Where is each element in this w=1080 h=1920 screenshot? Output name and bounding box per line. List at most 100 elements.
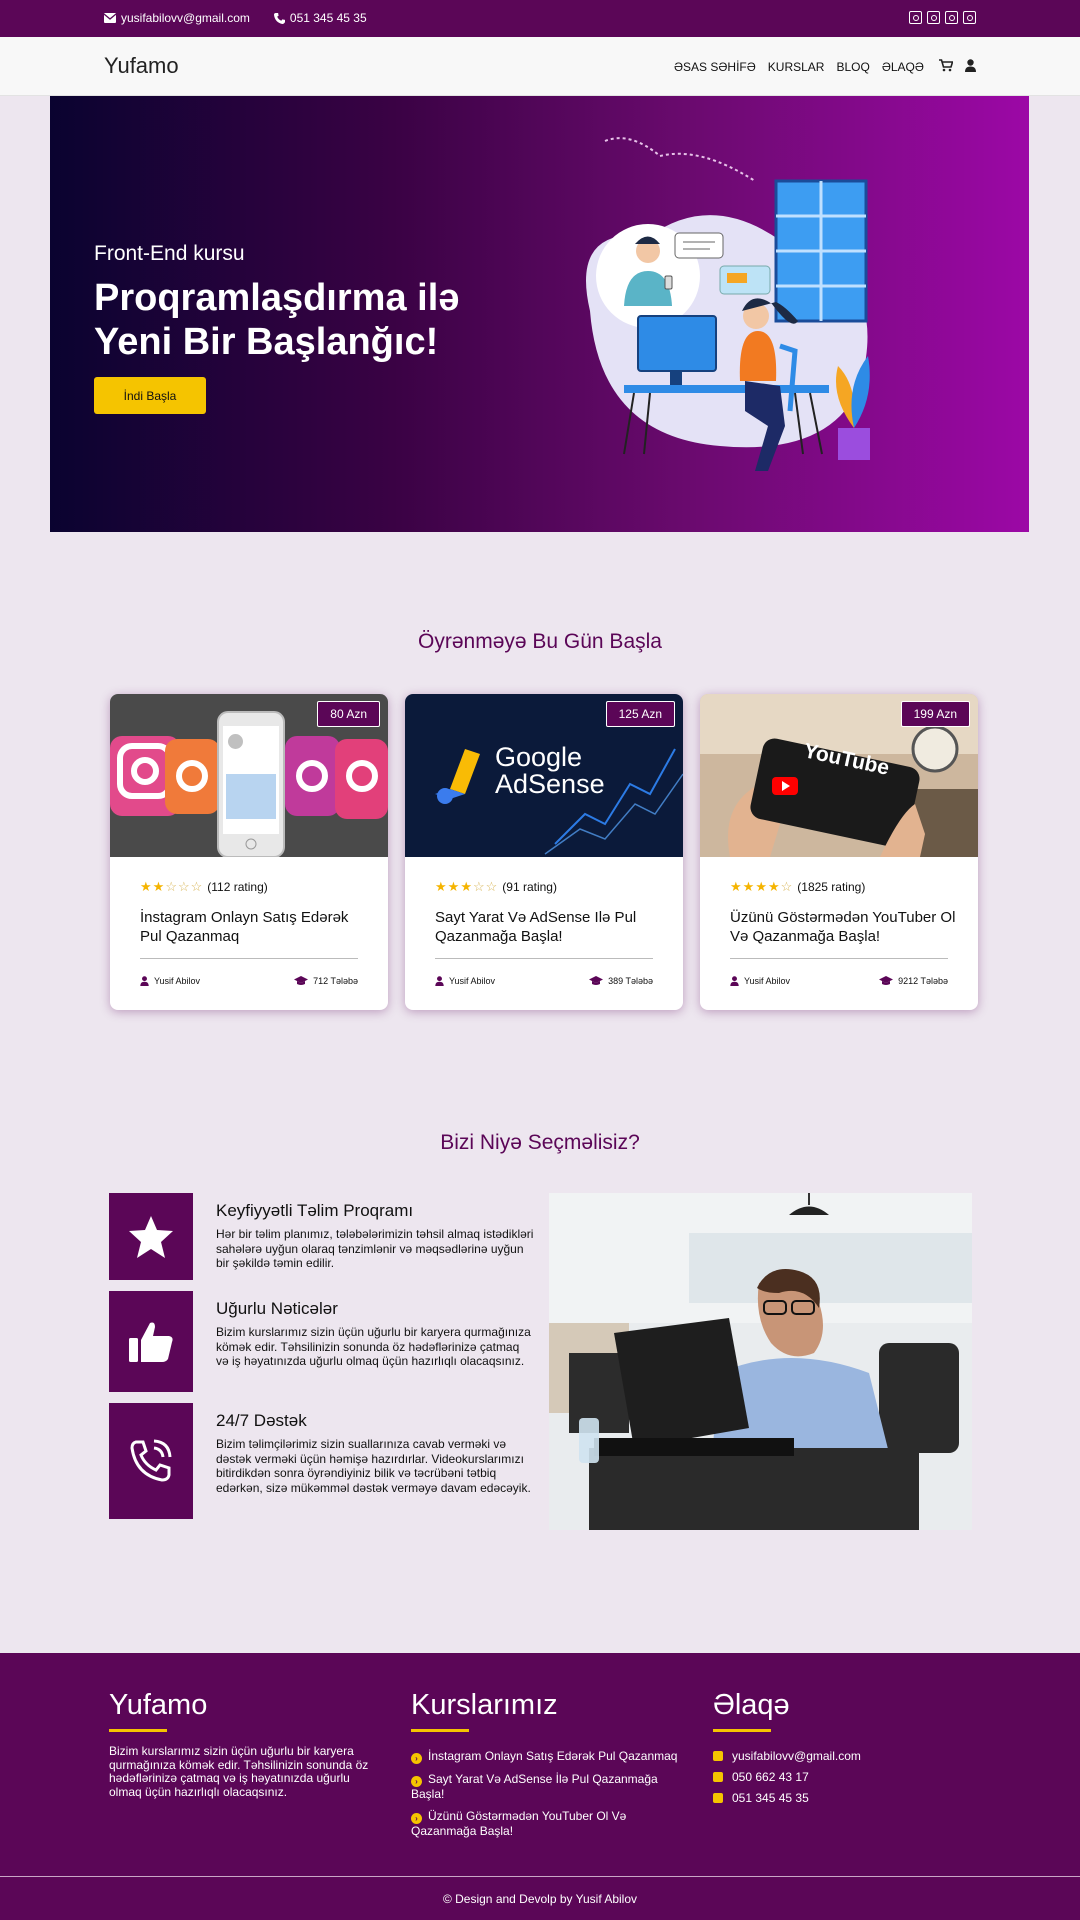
phone-icon [713, 1771, 723, 1782]
nav-courses[interactable]: KURSLAR [768, 60, 825, 74]
price-badge: 199 Azn [900, 701, 970, 727]
course-card[interactable]: YouTube 199 Azn ★ ★ ★ ★ ☆ (1825 rating) Üzün… [700, 694, 978, 1010]
footer-course-link[interactable]: › Üzünü Göstərmədən YouTuber Ol Və Qazanm… [411, 1809, 686, 1838]
nav-icons [939, 59, 976, 72]
top-bar: yusifabilovv@gmail.com 051 345 45 35 [0, 0, 1080, 37]
footer-courses-title: Kurslarımız [411, 1689, 558, 1721]
youtube-icon[interactable] [927, 11, 940, 24]
rating-count: (91 rating) [502, 880, 557, 894]
footer-contact-title: Əlaqə [713, 1689, 790, 1721]
feature-icon-box [109, 1291, 193, 1392]
star-empty-icon: ☆ [780, 879, 793, 894]
course-card[interactable]: Google AdSense 125 Azn ★ ★ ★ ☆ ☆ (91 rating) … [405, 694, 683, 1010]
star-filled-icon: ★ [730, 879, 742, 894]
footer-phone[interactable]: 050 662 43 17 [713, 1770, 861, 1784]
social-links [909, 11, 976, 24]
phone-volume-icon [130, 1439, 172, 1482]
why-section-title: Bizi Niyə Seçməlisiz? [440, 1131, 640, 1154]
linkedin-icon[interactable] [945, 11, 958, 24]
course-rating: ★ ★ ★ ☆ ☆ (91 rating) [435, 879, 557, 895]
user-icon [730, 976, 739, 986]
feature-title: Uğurlu Nəticələr [216, 1299, 338, 1318]
student-count: 9212 Tələbə [898, 976, 948, 986]
top-email[interactable]: yusifabilovv@gmail.com [104, 11, 250, 25]
star-filled-icon: ★ [140, 879, 152, 894]
course-title[interactable]: Sayt Yarat Və AdSense Ilə Pul Qazanmağa … [435, 908, 665, 946]
price-badge: 125 Azn [605, 701, 675, 727]
star-empty-icon: ☆ [190, 879, 203, 894]
footer-course-list: › İnstagram Onlayn Satış Edərək Pul Qazan… [411, 1749, 686, 1846]
star-filled-icon: ★ [460, 879, 472, 894]
author-name: Yusif Abilov [744, 976, 791, 986]
star-filled-icon: ★ [767, 879, 780, 894]
card-divider [730, 958, 948, 959]
student-count: 712 Tələbə [313, 976, 358, 986]
card-divider [140, 958, 358, 959]
star-filled-icon: ★ [435, 879, 447, 894]
chevron-right-icon: › [411, 1776, 422, 1787]
graduation-cap-icon [879, 976, 894, 985]
footer-divider [0, 1876, 1080, 1877]
feature-icon-box [109, 1403, 193, 1519]
course-students: 389 Tələbə [589, 976, 653, 986]
top-phone-text: 051 345 45 35 [289, 11, 367, 25]
course-students: 9212 Tələbə [879, 976, 948, 986]
hero-title: Proqramlaşdırma ilə Yeni Bir Başlanğıc! [94, 277, 460, 363]
footer-email[interactable]: yusifabilovv@gmail.com [713, 1749, 861, 1763]
brand-logo[interactable]: Yufamo [104, 53, 179, 79]
author-name: Yusif Abilov [449, 976, 496, 986]
footer-underline [109, 1729, 167, 1732]
footer-brand: Yufamo [109, 1689, 208, 1721]
nav-home[interactable]: ƏSAS SƏHİFƏ [674, 60, 756, 74]
course-card[interactable]: 80 Azn ★ ★ ☆ ☆ ☆ (112 rating) İnstagram Onla… [110, 694, 388, 1010]
author-name: Yusif Abilov [154, 976, 201, 986]
main-menu: ƏSAS SƏHİFƏ KURSLAR BLOQ ƏLAQƏ [674, 60, 924, 74]
star-filled-icon: ★ [447, 879, 460, 894]
feature-title: 24/7 Dəstək [216, 1411, 307, 1430]
star-filled-icon: ★ [152, 879, 165, 894]
thumbs-up-icon [129, 1322, 173, 1362]
chevron-right-icon: › [411, 1813, 422, 1824]
navbar: Yufamo ƏSAS SƏHİFƏ KURSLAR BLOQ ƏLAQƏ [0, 37, 1080, 96]
chevron-right-icon: › [411, 1753, 422, 1764]
user-icon [435, 976, 444, 986]
footer-underline [411, 1729, 469, 1732]
footer-course-link[interactable]: › İnstagram Onlayn Satış Edərək Pul Qazan… [411, 1749, 686, 1764]
course-author: Yusif Abilov [435, 976, 495, 986]
course-rating: ★ ★ ☆ ☆ ☆ (112 rating) [140, 879, 268, 895]
course-students: 712 Tələbə [294, 976, 358, 986]
course-author: Yusif Abilov [730, 976, 790, 986]
footer-underline [713, 1729, 771, 1732]
course-title[interactable]: İnstagram Onlayn Satış Edərək Pul Qazanm… [140, 908, 370, 946]
footer-phone[interactable]: 051 345 45 35 [713, 1791, 861, 1805]
star-empty-icon: ☆ [472, 879, 485, 894]
star-empty-icon: ☆ [177, 879, 190, 894]
star-empty-icon: ☆ [165, 879, 177, 894]
top-email-text: yusifabilovv@gmail.com [121, 11, 250, 25]
nav-contact[interactable]: ƏLAQƏ [882, 60, 924, 74]
feature-title: Keyfiyyətli Təlim Proqramı [216, 1201, 414, 1220]
feature-text: Hər bir təlim planımız, tələbələrimizin … [216, 1227, 534, 1270]
top-contact: yusifabilovv@gmail.com 051 345 45 35 [104, 11, 367, 25]
courses-section-title: Öyrənməyə Bu Gün Başla [418, 630, 662, 653]
phone-icon [713, 1792, 723, 1803]
course-title[interactable]: Üzünü Göstərmədən YouTuber Ol Və Qazanma… [730, 908, 960, 946]
card-divider [435, 958, 653, 959]
footer-about: Bizim kurslarımız sizin üçün uğurlu bir … [109, 1744, 369, 1799]
feature-text: Bizim kurslarımız sizin üçün uğurlu bir … [216, 1325, 531, 1368]
nav-blog[interactable]: BLOQ [836, 60, 869, 74]
top-phone[interactable]: 051 345 45 35 [273, 11, 367, 25]
student-count: 389 Tələbə [608, 976, 653, 986]
instagram-icon[interactable] [909, 11, 922, 24]
footer-course-link[interactable]: › Sayt Yarat Və AdSense İlə Pul Qazanmağa… [411, 1772, 686, 1801]
footer: Yufamo Bizim kurslarımız sizin üçün uğur… [0, 1653, 1080, 1920]
hero-subtitle: Front-End kursu [94, 242, 245, 265]
cart-icon[interactable] [939, 59, 953, 72]
adsense-logo-text: Google AdSense [495, 742, 605, 799]
star-filled-icon: ★ [742, 879, 755, 894]
start-now-button[interactable]: İndi Başla [94, 377, 206, 414]
rating-count: (112 rating) [207, 880, 268, 894]
github-icon[interactable] [963, 11, 976, 24]
star-filled-icon: ★ [755, 879, 767, 894]
user-icon[interactable] [965, 59, 976, 72]
